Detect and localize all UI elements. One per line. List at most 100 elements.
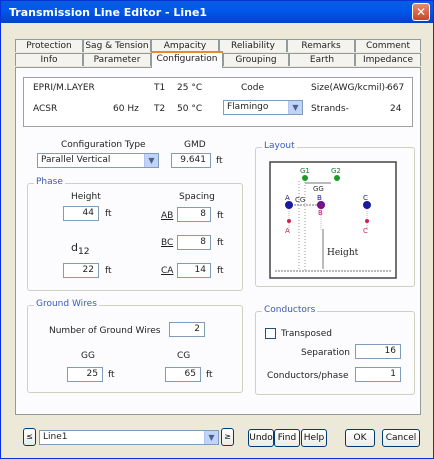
conductors-legend: Conductors [262,305,318,315]
height-field[interactable]: 44 [63,206,99,221]
layout-label-a: A [285,194,290,202]
cg-label: CG [177,351,191,361]
t2-label: T2 [154,104,166,114]
close-button[interactable]: ✕ [412,3,430,21]
tab-grouping[interactable]: Grouping [223,53,289,66]
phase-c-circuit2-marker [365,219,369,223]
gg-field[interactable]: 25 [67,367,103,382]
configuration-type-select[interactable]: Parallel Vertical ▼ [37,153,159,168]
ground-wire-count-field[interactable]: 2 [169,322,205,337]
strands-value: 24 [390,104,402,114]
layout-label-height: Height [327,248,359,258]
tab-comment[interactable]: Comment [355,39,421,52]
bc-unit: ft [217,238,224,248]
t1-value: 25 °C [177,83,203,93]
window-title: Transmission Line Editor - Line1 [9,6,208,19]
ab-unit: ft [217,211,224,221]
transposed-label: Transposed [281,329,332,339]
phase-legend: Phase [34,177,65,187]
title-bar: Transmission Line Editor - Line1 ✕ [1,1,433,23]
tab-remarks[interactable]: Remarks [287,39,355,52]
previous-record-button[interactable]: ≤ [23,428,36,446]
gmd-unit: ft [216,156,223,166]
code-select-value: Flamingo [227,102,269,112]
tab-protection[interactable]: Protection [15,39,83,52]
transposed-checkbox[interactable] [265,328,276,339]
tab-impedance[interactable]: Impedance [355,53,421,66]
d12-label: d12 [71,241,90,257]
cg-field[interactable]: 65 [165,367,201,382]
layout-label-a2: A [285,227,290,235]
ground-wire-g2-marker [334,175,340,181]
d12-subscript: 12 [77,246,90,258]
layout-label-gg: GG [313,185,324,193]
tab-parameter[interactable]: Parameter [83,53,151,66]
chevron-down-icon[interactable]: ▼ [204,431,218,444]
gmd-field[interactable]: 9.641 [171,153,211,168]
phase-a-conductor [285,201,293,209]
ca-unit: ft [217,266,224,276]
tab-reliability[interactable]: Reliability [219,39,287,52]
code-select[interactable]: Flamingo ▼ [223,100,303,115]
size-label: Size(AWG/kcmil)- [311,83,389,93]
bc-field[interactable]: 8 [177,235,211,250]
layout-label-c: C [363,194,368,202]
ground-wire-count-label: Number of Ground Wires [49,326,161,336]
chevron-down-icon[interactable]: ▼ [144,154,158,167]
cancel-button[interactable]: Cancel [382,429,420,447]
height-label: Height [71,192,101,202]
layout-label-g1: G1 [300,167,310,175]
d12-unit: ft [105,266,112,276]
tab-earth[interactable]: Earth [289,53,355,66]
frequency-value: 60 Hz [113,104,139,114]
help-button[interactable]: Help [301,429,327,447]
ground-wire-g1-marker [302,175,308,181]
layer-label: EPRI/M.LAYER [33,83,95,93]
ab-label: AB [161,211,174,221]
ab-field[interactable]: 8 [177,207,211,222]
t2-value: 50 °C [177,104,203,114]
gmd-label: GMD [184,140,206,150]
ground-wires-legend: Ground Wires [34,299,99,309]
t1-label: T1 [154,83,166,93]
tab-configuration[interactable]: Configuration [151,51,223,68]
spacing-label: Spacing [179,192,215,202]
code-label: Code [241,83,265,93]
d12-letter: d [71,241,78,254]
find-button[interactable]: Find [274,429,300,447]
bc-label: BC [161,238,174,248]
line-select-value: Line1 [43,432,68,442]
transmission-line-editor-window: Transmission Line Editor - Line1 ✕ Prote… [0,0,434,459]
separation-field[interactable]: 16 [355,344,401,359]
configuration-type-label: Configuration Type [61,140,146,150]
configuration-type-value: Parallel Vertical [41,155,111,165]
conductors-per-phase-field[interactable]: 1 [355,367,401,382]
layout-label-cg: CG [295,196,305,204]
size-value: 667 [387,83,405,93]
d12-field[interactable]: 22 [63,263,99,278]
cg-unit: ft [206,370,213,380]
phase-b-circuit2-conductor [317,201,325,209]
layout-label-c2: C [363,227,368,235]
tower-layout-diagram: G1 G2 GG CG A B C B A C Height [269,161,397,279]
gg-label: GG [81,351,95,361]
layout-label-g2: G2 [331,167,341,175]
conductor-type: ACSR [33,104,58,114]
ok-button[interactable]: OK [345,429,375,447]
ca-field[interactable]: 14 [177,263,211,278]
layout-label-b2: B [318,209,323,217]
gg-unit: ft [108,370,115,380]
height-unit: ft [105,209,112,219]
layout-label-b: B [317,194,322,202]
separation-label: Separation [301,348,350,358]
tab-sag-tension[interactable]: Sag & Tension [83,39,151,52]
conductors-per-phase-label: Conductors/phase [267,371,349,381]
phase-a-circuit2-marker [287,219,291,223]
undo-button[interactable]: Undo [248,429,274,447]
strands-label: Strands- [311,104,349,114]
layout-legend: Layout [262,141,297,151]
next-record-button[interactable]: ≥ [221,428,234,446]
tab-info[interactable]: Info [15,53,83,66]
line-select[interactable]: Line1 ▼ [39,430,219,445]
chevron-down-icon[interactable]: ▼ [288,101,302,114]
